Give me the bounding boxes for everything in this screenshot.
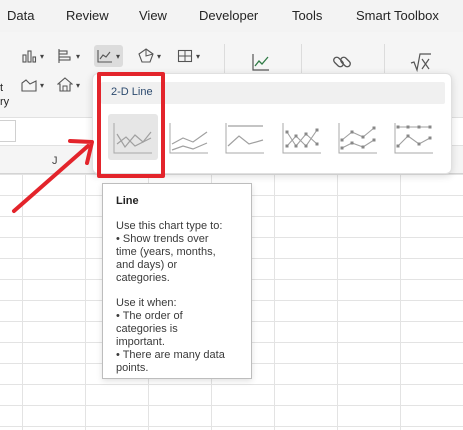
tooltip-line: time (years, months, bbox=[116, 246, 216, 258]
tooltip-line: categories. bbox=[116, 272, 170, 284]
tooltip-line: • The order of bbox=[116, 310, 183, 322]
tooltip-line: categories is bbox=[116, 323, 178, 335]
tooltip-line: points. bbox=[116, 362, 149, 374]
tooltip-line: Use it when: bbox=[116, 297, 177, 309]
tooltip-when-section: Use it when: • The order of categories i… bbox=[116, 297, 238, 375]
tooltip-line: important. bbox=[116, 336, 165, 348]
tooltip-use-section: Use this chart type to: • Show trends ov… bbox=[116, 220, 238, 285]
tooltip-title: Line bbox=[116, 195, 139, 207]
chart-type-tooltip: Line Use this chart type to: • Show tren… bbox=[102, 183, 252, 379]
tooltip-line: • There are many data bbox=[116, 349, 225, 361]
tooltip-line: Use this chart type to: bbox=[116, 220, 223, 232]
tooltip-line: • Show trends over bbox=[116, 233, 209, 245]
tooltip-line: and days) or bbox=[116, 259, 178, 271]
